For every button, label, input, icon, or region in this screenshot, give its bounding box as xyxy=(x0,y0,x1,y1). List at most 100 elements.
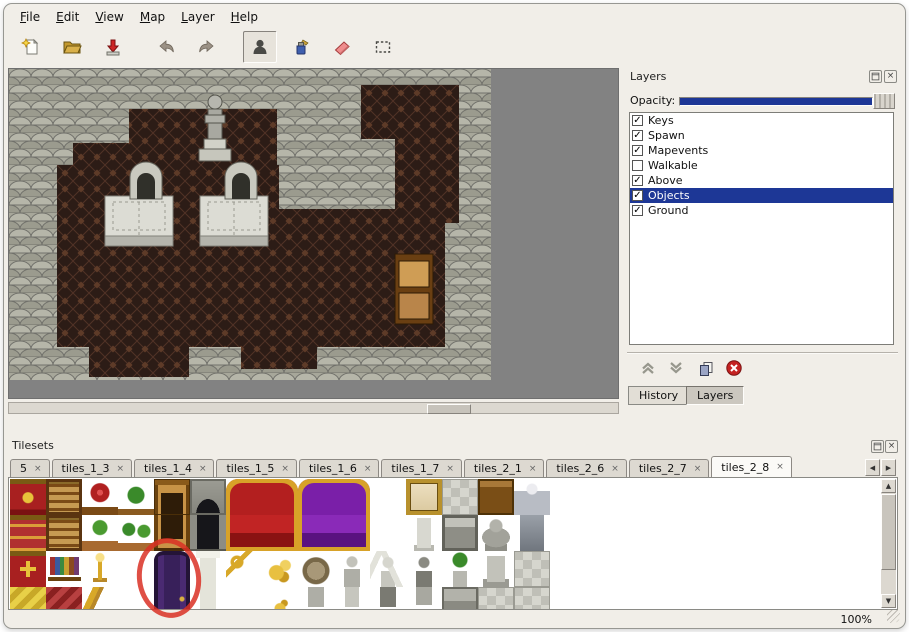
tile-urn-red[interactable] xyxy=(82,479,118,515)
tileset-tab-tiles_1_3[interactable]: tiles_1_3× xyxy=(52,459,132,477)
tile-boulder[interactable] xyxy=(298,551,334,587)
scroll-down-button[interactable]: ▼ xyxy=(881,594,896,608)
tile-portrait[interactable] xyxy=(406,479,442,515)
tile-stone-blocks[interactable] xyxy=(478,587,514,610)
tab-close-icon[interactable]: × xyxy=(611,464,619,474)
tileset-tab-tiles_1_5[interactable]: tiles_1_5× xyxy=(216,459,296,477)
layer-visibility-checkbox[interactable]: ✓ xyxy=(632,190,643,201)
menu-item-view[interactable]: View xyxy=(87,8,131,28)
tile-blank[interactable] xyxy=(118,587,154,610)
tileset-tab-tiles_2_1[interactable]: tiles_2_1× xyxy=(464,459,544,477)
tile-door-purple-top[interactable] xyxy=(154,551,190,587)
tileset-vertical-scrollbar[interactable]: ▲ ▼ xyxy=(881,479,896,608)
tile-throne-purple-tr[interactable] xyxy=(334,479,370,515)
layer-row-keys[interactable]: ✓Keys xyxy=(630,113,893,128)
opacity-slider-handle[interactable] xyxy=(873,93,895,109)
tileset-tab-tiles_1_6[interactable]: tiles_1_6× xyxy=(299,459,379,477)
tile-statue-angel-top[interactable] xyxy=(370,551,406,587)
layer-row-objects[interactable]: ✓Objects xyxy=(630,188,893,203)
layer-visibility-checkbox[interactable]: ✓ xyxy=(632,130,643,141)
open-file-button[interactable] xyxy=(55,31,89,63)
tile-horn-gold[interactable] xyxy=(82,587,118,610)
tilesets-close-button[interactable]: × xyxy=(885,440,898,453)
tile-tile-yellow[interactable] xyxy=(10,587,46,610)
opacity-slider[interactable] xyxy=(679,97,873,106)
tile-blank[interactable] xyxy=(226,587,262,610)
tile-banner-red-3[interactable] xyxy=(10,551,46,587)
layer-visibility-checkbox[interactable]: ✓ xyxy=(632,115,643,126)
menu-item-edit[interactable]: Edit xyxy=(48,8,87,28)
layer-row-walkable[interactable]: Walkable xyxy=(630,158,893,173)
tileset-tab-tiles_1_7[interactable]: tiles_1_7× xyxy=(381,459,461,477)
tile-arch-top[interactable] xyxy=(190,479,226,515)
map-horizontal-scrollbar[interactable] xyxy=(8,402,619,414)
tile-cabinet-top[interactable] xyxy=(154,479,190,515)
undo-button[interactable] xyxy=(149,31,183,63)
tile-cabinet-bottom[interactable] xyxy=(154,515,190,551)
tileset-tab-tiles_2_6[interactable]: tiles_2_6× xyxy=(546,459,626,477)
tab-history[interactable]: History xyxy=(628,386,689,405)
tile-arch-bottom[interactable] xyxy=(190,515,226,551)
scrollbar-thumb[interactable] xyxy=(427,404,471,414)
tile-statue-gargoyle-bottom[interactable] xyxy=(370,587,406,610)
tile-plant-pot[interactable] xyxy=(82,515,118,551)
tab-scroll-left-button[interactable]: ◀ xyxy=(865,459,880,476)
tile-candlestick[interactable] xyxy=(82,551,118,587)
stamp-tool-button[interactable] xyxy=(243,31,277,63)
layer-move-up-button[interactable] xyxy=(637,358,659,378)
tile-key-gold[interactable] xyxy=(226,551,262,587)
fill-tool-button[interactable] xyxy=(284,31,318,63)
layer-row-above[interactable]: ✓Above xyxy=(630,173,893,188)
selection-tool-button[interactable] xyxy=(366,31,400,63)
tile-door-purple-bottom[interactable] xyxy=(154,587,190,610)
tab-close-icon[interactable]: × xyxy=(364,464,372,474)
tab-scroll-right-button[interactable]: ▶ xyxy=(881,459,896,476)
tile-tomb-base[interactable] xyxy=(442,587,478,610)
tile-plant-double[interactable] xyxy=(118,515,154,551)
redo-button[interactable] xyxy=(190,31,224,63)
layer-visibility-checkbox[interactable] xyxy=(632,160,643,171)
tileset-tab-tiles_2_8[interactable]: tiles_2_8× xyxy=(711,456,791,477)
scroll-up-button[interactable]: ▲ xyxy=(881,479,896,493)
tile-stone-blocks[interactable] xyxy=(442,479,478,515)
tile-pillar-bottom[interactable] xyxy=(190,587,226,610)
tile-blank[interactable] xyxy=(370,479,406,515)
tile-banner-red-1[interactable] xyxy=(10,479,46,515)
eraser-tool-button[interactable] xyxy=(325,31,359,63)
tile-blank[interactable] xyxy=(370,515,406,551)
tile-throne-red-br[interactable] xyxy=(262,515,298,551)
tab-close-icon[interactable]: × xyxy=(776,462,784,472)
layer-delete-button[interactable] xyxy=(723,358,745,378)
new-file-button[interactable] xyxy=(14,31,48,63)
layer-row-ground[interactable]: ✓Ground xyxy=(630,203,893,218)
layer-move-down-button[interactable] xyxy=(665,358,687,378)
menu-item-help[interactable]: Help xyxy=(223,8,266,28)
tile-vase-plant[interactable] xyxy=(442,551,478,587)
tile-vase-bottom[interactable] xyxy=(406,587,442,610)
tile-bookshelf[interactable] xyxy=(46,551,82,587)
tile-throne-red-tr[interactable] xyxy=(262,479,298,515)
tilesets-float-button[interactable] xyxy=(871,440,884,453)
tile-throne-red-tl[interactable] xyxy=(226,479,262,515)
tileset-tab-5[interactable]: 5× xyxy=(10,459,50,477)
tile-banner-red-2[interactable] xyxy=(10,515,46,551)
tile-throne-red-bl[interactable] xyxy=(226,515,262,551)
scrollbar-thumb[interactable] xyxy=(881,494,896,570)
tile-plant-small[interactable] xyxy=(118,479,154,515)
map-canvas[interactable] xyxy=(8,68,619,399)
tile-statue-gargoyle-top[interactable] xyxy=(406,551,442,587)
tile-tomb-monument[interactable] xyxy=(478,551,514,587)
tile-loom-2[interactable] xyxy=(46,515,82,551)
tile-armor-bottom[interactable] xyxy=(514,515,550,551)
layer-duplicate-button[interactable] xyxy=(695,358,717,378)
tile-armor-top[interactable] xyxy=(514,479,550,515)
tile-eagle-statue[interactable] xyxy=(478,515,514,551)
tile-statue-monk-top[interactable] xyxy=(334,551,370,587)
layer-visibility-checkbox[interactable]: ✓ xyxy=(632,175,643,186)
tab-close-icon[interactable]: × xyxy=(116,464,124,474)
menu-item-layer[interactable]: Layer xyxy=(173,8,222,28)
tile-tile-red[interactable] xyxy=(46,587,82,610)
tab-close-icon[interactable]: × xyxy=(199,464,207,474)
layer-row-spawn[interactable]: ✓Spawn xyxy=(630,128,893,143)
tile-blank[interactable] xyxy=(118,551,154,587)
